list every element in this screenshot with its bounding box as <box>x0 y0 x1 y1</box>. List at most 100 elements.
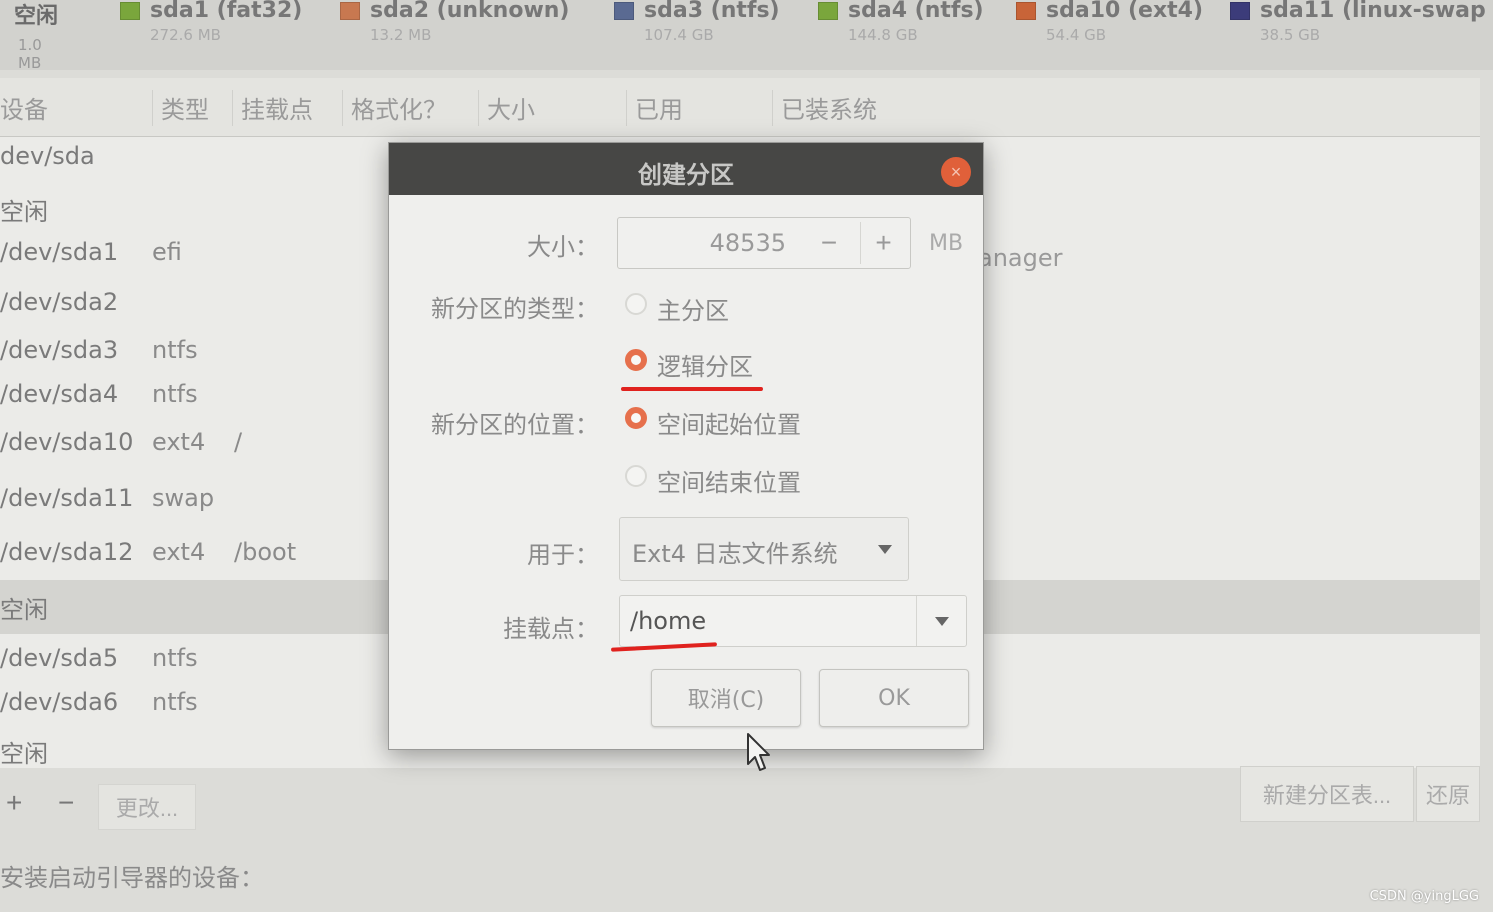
location-start-radio[interactable] <box>625 407 647 429</box>
system-column-text: anager <box>978 244 1063 272</box>
row-type: swap <box>152 484 215 512</box>
row-device: 空闲 <box>0 740 48 768</box>
change-partition-button[interactable]: 更改... <box>98 784 196 830</box>
plus-icon: + <box>875 227 892 258</box>
mount-point-combobox <box>619 595 967 647</box>
revert-button[interactable]: 还原 <box>1416 766 1480 822</box>
create-partition-dialog: 创建分区 × 大小： − + MB 新分区的类型： 主分区 逻辑分区 新分区的位… <box>388 142 984 750</box>
partition-name: sda10 (ext4) <box>1046 0 1204 23</box>
column-header-format[interactable]: 格式化？ <box>342 90 447 126</box>
table-header: 设备 类型 挂载点 格式化？ 大小 已用 已装系统 <box>0 78 1480 137</box>
row-device: /dev/sda2 <box>0 288 119 316</box>
partition-name: sda1 (fat32) <box>150 0 303 23</box>
partition-bar-item: sda4 (ntfs) 144.8 GB <box>818 0 984 44</box>
location-end-label[interactable]: 空间结束位置 <box>657 463 801 498</box>
chevron-down-icon <box>878 545 892 554</box>
column-header-size[interactable]: 大小 <box>478 90 535 126</box>
partition-color-swatch <box>1016 1 1036 20</box>
size-unit: MB <box>929 231 964 256</box>
close-icon: × <box>950 162 962 182</box>
use-as-label: 用于： <box>527 541 599 569</box>
size-label: 大小： <box>527 233 599 261</box>
partition-color-swatch <box>614 1 634 20</box>
row-device: /dev/sda12 <box>0 538 134 566</box>
partition-location-label: 新分区的位置： <box>431 411 599 439</box>
row-device: 空闲 <box>0 198 48 226</box>
row-type: ntfs <box>152 688 198 716</box>
type-logical-label[interactable]: 逻辑分区 <box>657 347 753 382</box>
close-button[interactable]: × <box>941 157 971 187</box>
partition-bar-free-size: 1.0 MB <box>18 36 42 72</box>
partition-name: sda3 (ntfs) <box>644 0 780 23</box>
partition-color-swatch <box>818 1 838 20</box>
row-mount: /boot <box>234 538 297 566</box>
partition-bar-item: sda3 (ntfs) 107.4 GB <box>614 0 780 44</box>
row-type: ext4 <box>152 428 206 456</box>
partition-size: 272.6 MB <box>150 26 221 44</box>
mount-point-label: 挂载点： <box>503 615 599 643</box>
type-primary-radio[interactable] <box>625 293 647 315</box>
partition-type-label: 新分区的类型： <box>431 295 599 323</box>
partition-color-swatch <box>340 1 360 20</box>
partition-size: 107.4 GB <box>644 26 714 44</box>
filesystem-value: Ext4 日志文件系统 <box>632 540 838 568</box>
partition-name: sda4 (ntfs) <box>848 0 984 23</box>
partition-name: sda11 (linux-swap <box>1260 0 1486 23</box>
row-mount: / <box>234 428 243 456</box>
dialog-title: 创建分区 <box>638 161 734 189</box>
filesystem-combobox[interactable]: Ext4 日志文件系统 <box>619 517 909 581</box>
column-header-system[interactable]: 已装系统 <box>772 90 877 126</box>
remove-partition-button[interactable]: − <box>52 786 80 820</box>
row-device: /dev/sda6 <box>0 688 119 716</box>
partition-size: 38.5 GB <box>1260 26 1321 44</box>
row-type: ntfs <box>152 380 198 408</box>
boot-loader-device-label: 安装启动引导器的设备： <box>0 864 264 892</box>
partition-size: 13.2 MB <box>370 26 432 44</box>
ok-button[interactable]: OK <box>819 669 969 727</box>
row-device: 空闲 <box>0 596 48 624</box>
partition-size: 54.4 GB <box>1046 26 1107 44</box>
type-logical-radio[interactable] <box>625 349 647 371</box>
location-end-radio[interactable] <box>625 465 647 487</box>
partition-bar-free: 空闲 1.0 MB <box>14 0 59 72</box>
row-device: /dev/sda11 <box>0 484 134 512</box>
location-start-label[interactable]: 空间起始位置 <box>657 405 801 440</box>
row-device: dev/sda <box>0 142 95 170</box>
watermark: CSDN @yingLGG <box>1369 889 1479 904</box>
partition-name: sda2 (unknown) <box>370 0 570 23</box>
row-type: ntfs <box>152 336 198 364</box>
size-input[interactable] <box>624 224 788 262</box>
partition-bar-free-name: 空闲 <box>14 4 59 29</box>
mouse-cursor-icon <box>747 733 770 771</box>
partition-color-swatch <box>120 1 140 20</box>
partition-bar-item: sda11 (linux-swap 38.5 GB <box>1230 0 1486 44</box>
partition-size: 144.8 GB <box>848 26 918 44</box>
size-decrement-button[interactable]: − <box>806 222 852 264</box>
column-header-device[interactable]: 设备 <box>0 90 48 126</box>
dialog-titlebar[interactable]: 创建分区 × <box>389 143 983 195</box>
minus-icon: − <box>820 227 838 258</box>
row-device: /dev/sda4 <box>0 380 119 408</box>
row-device: /dev/sda1 <box>0 238 119 266</box>
row-device: /dev/sda3 <box>0 336 119 364</box>
column-header-type[interactable]: 类型 <box>152 90 209 126</box>
mount-point-input[interactable] <box>628 602 912 640</box>
chevron-down-icon <box>935 617 949 626</box>
mount-point-dropdown-button[interactable] <box>916 596 966 646</box>
row-device: /dev/sda10 <box>0 428 134 456</box>
partition-bar-item: sda10 (ext4) 54.4 GB <box>1016 0 1204 44</box>
logical-highlight-underline <box>621 387 763 391</box>
column-header-mount[interactable]: 挂载点 <box>232 90 313 126</box>
add-partition-button[interactable]: + <box>0 786 28 820</box>
type-primary-label[interactable]: 主分区 <box>657 291 729 326</box>
new-partition-table-button[interactable]: 新建分区表... <box>1240 766 1414 822</box>
size-increment-button[interactable]: + <box>860 222 906 264</box>
size-spinbox: − + <box>617 217 911 269</box>
partition-bar-item: sda2 (unknown) 13.2 MB <box>340 0 570 44</box>
cancel-button[interactable]: 取消(C) <box>651 669 801 727</box>
row-type: efi <box>152 238 182 266</box>
row-device: /dev/sda5 <box>0 644 119 672</box>
column-header-used[interactable]: 已用 <box>626 90 683 126</box>
partition-bar-item: sda1 (fat32) 272.6 MB <box>120 0 303 44</box>
partition-bar: 空闲 1.0 MB sda1 (fat32) 272.6 MB sda2 (un… <box>0 0 1493 72</box>
